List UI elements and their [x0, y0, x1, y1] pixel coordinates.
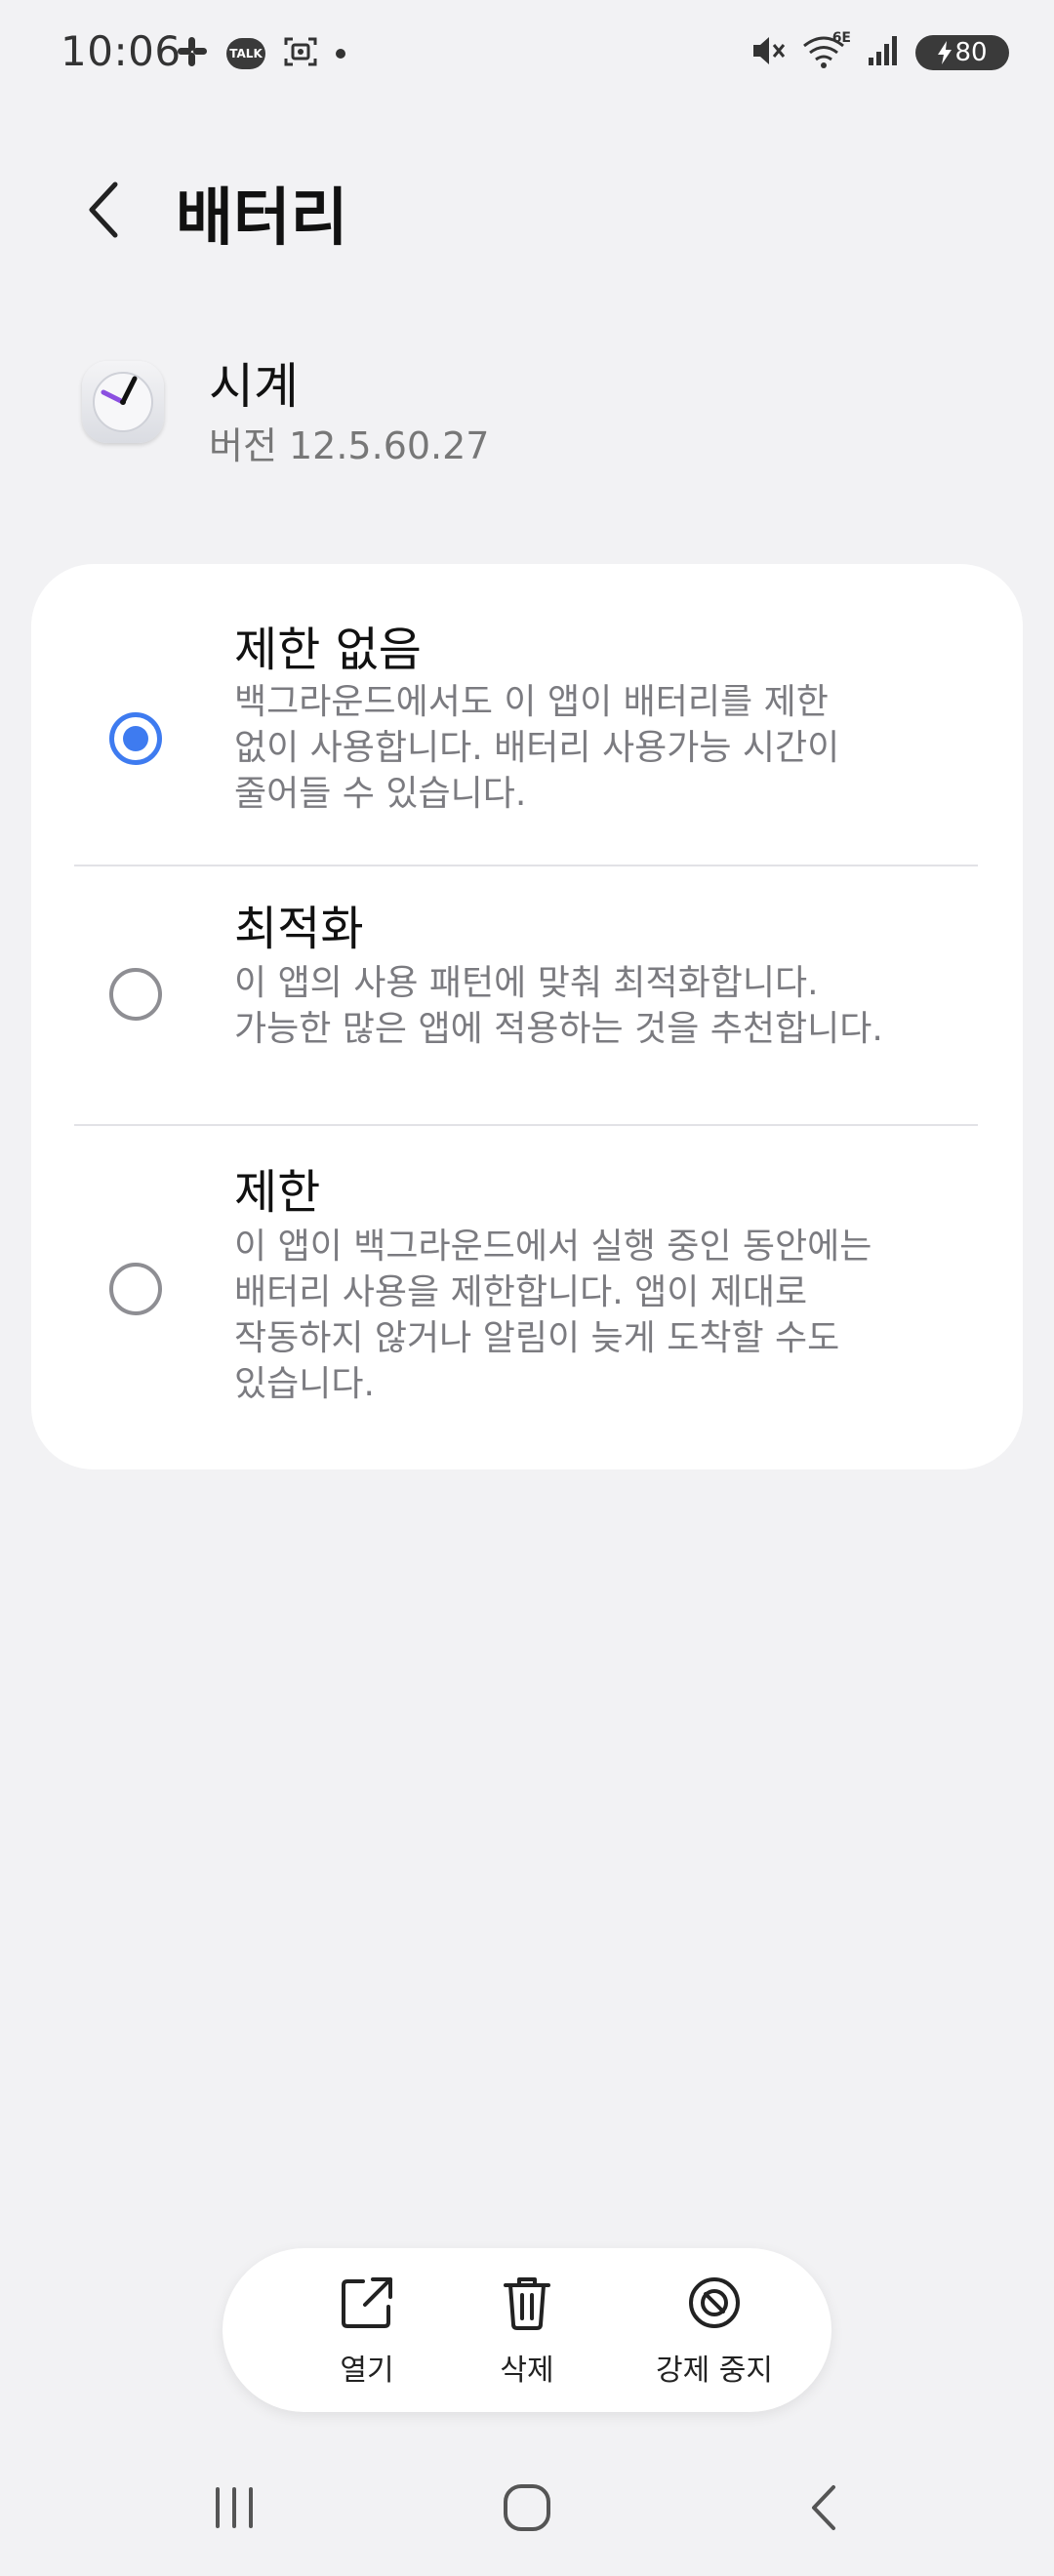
mute-icon — [750, 33, 787, 72]
nav-back-button[interactable] — [785, 2478, 863, 2537]
battery-options-card: 제한 없음 백그라운드에서도 이 앱이 배터리를 제한 없이 사용합니다. 배터… — [31, 564, 1023, 1469]
force-stop-button[interactable]: 강제 중지 — [617, 2272, 812, 2398]
clock-icon — [82, 361, 164, 443]
more-notifications-dot — [336, 49, 345, 59]
notification-icons: TALK — [176, 35, 345, 72]
stop-circle-icon — [683, 2272, 746, 2334]
option-unrestricted[interactable]: 제한 없음 백그라운드에서도 이 앱이 배터리를 제한 없이 사용합니다. 배터… — [31, 611, 1023, 866]
app-info: 시계 버전 12.5.60.27 — [0, 342, 1054, 478]
option-description: 이 앱의 사용 패턴에 맞춰 최적화합니다. 가능한 많은 앱에 적용하는 것을… — [234, 963, 883, 1049]
chevron-left-icon — [89, 181, 118, 238]
status-bar: 10:06 TALK 6E 80 — [0, 0, 1054, 107]
delete-button[interactable]: 삭제 — [429, 2272, 625, 2398]
divider — [74, 865, 978, 866]
app-name: 시계 — [209, 358, 299, 415]
screenshot-icon — [283, 35, 318, 72]
header: 배터리 — [0, 156, 1054, 263]
battery-indicator: 80 — [915, 35, 1009, 70]
wifi-6e-icon: 6E — [802, 30, 851, 71]
signal-icon — [867, 34, 900, 71]
page-title: 배터리 — [176, 182, 348, 255]
option-description: 백그라운드에서도 이 앱이 배터리를 제한 없이 사용합니다. 배터리 사용가능… — [234, 682, 840, 814]
radio-optimized[interactable] — [109, 968, 162, 1021]
option-title: 제한 없음 — [234, 623, 422, 677]
divider — [74, 1124, 978, 1126]
open-label: 열기 — [340, 2354, 394, 2388]
trash-icon — [496, 2272, 558, 2334]
system-status-icons: 6E 80 — [750, 30, 1009, 72]
kakaotalk-icon: TALK — [226, 38, 265, 69]
bottom-action-bar: 열기 삭제 강제 중지 — [223, 2248, 831, 2412]
recents-button[interactable] — [195, 2478, 273, 2537]
home-icon — [504, 2484, 550, 2531]
option-description: 이 앱이 백그라운드에서 실행 중인 동안에는 배터리 사용을 제한합니다. 앱… — [234, 1227, 872, 1404]
battery-level: 80 — [954, 38, 988, 67]
back-button[interactable] — [74, 174, 133, 246]
option-title: 제한 — [234, 1165, 321, 1220]
home-button[interactable] — [488, 2478, 566, 2537]
option-restricted[interactable]: 제한 이 앱이 백그라운드에서 실행 중인 동안에는 배터리 사용을 제한합니다… — [31, 1128, 1023, 1450]
force-stop-label: 강제 중지 — [656, 2354, 773, 2388]
back-arrow-icon — [812, 2485, 835, 2530]
radio-restricted[interactable] — [109, 1263, 162, 1315]
navigation-bar — [0, 2459, 1054, 2556]
app-version: 버전 12.5.60.27 — [209, 424, 490, 467]
recents-icon — [216, 2487, 253, 2528]
wifi-6e-label: 6E — [831, 30, 851, 46]
charging-icon — [938, 41, 953, 64]
status-time: 10:06 — [61, 27, 182, 75]
open-external-icon — [336, 2272, 398, 2334]
option-optimized[interactable]: 최적화 이 앱의 사용 패턴에 맞춰 최적화합니다. 가능한 많은 앱에 적용하… — [31, 868, 1023, 1126]
delete-label: 삭제 — [500, 2354, 554, 2388]
slack-icon — [176, 35, 209, 72]
option-title: 최적화 — [234, 902, 364, 956]
radio-unrestricted[interactable] — [109, 712, 162, 765]
